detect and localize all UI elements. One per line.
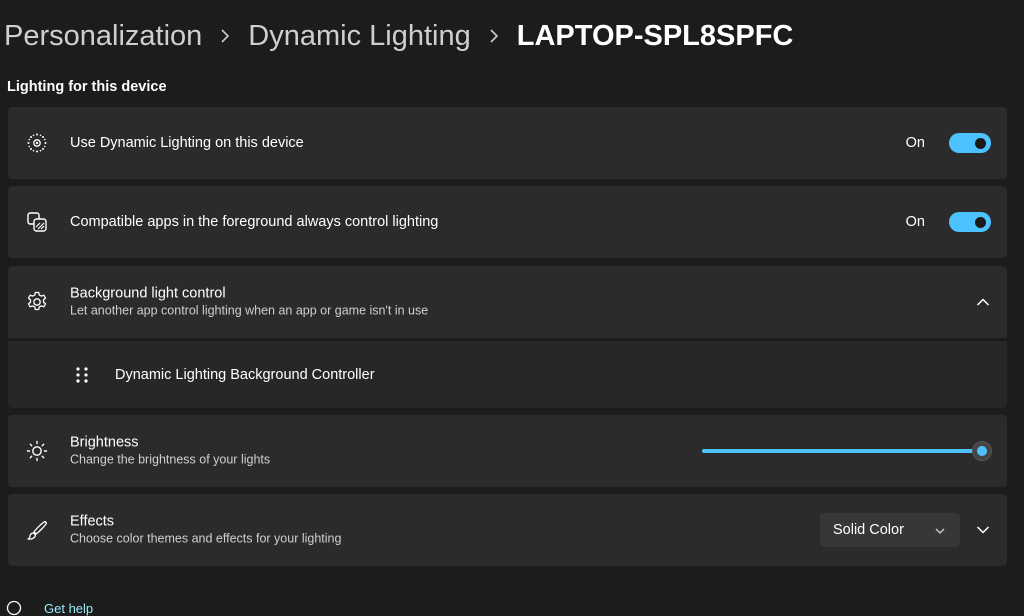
use-dynamic-lighting-toggle[interactable] bbox=[949, 133, 991, 153]
setting-title: Compatible apps in the foreground always… bbox=[70, 214, 439, 230]
effects-dropdown-value: Solid Color bbox=[833, 522, 904, 538]
toggle-state-label: On bbox=[905, 214, 925, 230]
chevron-down-icon[interactable] bbox=[975, 522, 991, 538]
setting-compatible-apps: Compatible apps in the foreground always… bbox=[8, 186, 1007, 258]
setting-title: Brightness bbox=[70, 434, 139, 451]
setting-title: Effects bbox=[70, 513, 115, 530]
toggle-state-label: On bbox=[905, 135, 925, 151]
controller-item-label: Dynamic Lighting Background Controller bbox=[115, 366, 375, 383]
setting-title: Use Dynamic Lighting on this device bbox=[70, 135, 304, 151]
brush-icon bbox=[25, 518, 49, 542]
gear-icon bbox=[25, 290, 49, 314]
setting-use-dynamic-lighting: Use Dynamic Lighting on this device On bbox=[8, 107, 1007, 179]
brightness-slider-thumb[interactable] bbox=[972, 441, 992, 461]
dynamic-lighting-icon bbox=[25, 131, 49, 155]
setting-title: Background light control bbox=[70, 285, 226, 302]
setting-brightness: Brightness Change the brightness of your… bbox=[8, 415, 1007, 487]
setting-subtitle: Change the brightness of your lights bbox=[70, 452, 271, 467]
setting-effects: Effects Choose color themes and effects … bbox=[8, 494, 1007, 566]
background-controller-item[interactable]: Dynamic Lighting Background Controller bbox=[8, 341, 1007, 408]
breadcrumb-dynamic-lighting[interactable]: Dynamic Lighting bbox=[248, 20, 470, 53]
help-icon bbox=[6, 600, 22, 616]
brightness-slider[interactable] bbox=[702, 441, 992, 461]
get-help-label: Get help bbox=[44, 600, 94, 616]
setting-background-light-control[interactable]: Background light control Let another app… bbox=[8, 266, 1007, 338]
effects-dropdown[interactable]: Solid Color bbox=[820, 513, 960, 547]
sun-icon bbox=[25, 439, 49, 463]
section-title: Lighting for this device bbox=[7, 79, 167, 95]
chevron-right-icon bbox=[220, 29, 230, 43]
breadcrumb: Personalization Dynamic Lighting LAPTOP-… bbox=[4, 14, 793, 58]
page-title: LAPTOP-SPL8SPFC bbox=[516, 19, 794, 52]
breadcrumb-personalization[interactable]: Personalization bbox=[4, 20, 202, 53]
setting-subtitle: Let another app control lighting when an… bbox=[70, 303, 429, 318]
compatible-apps-toggle[interactable] bbox=[949, 212, 991, 232]
drag-handle-icon[interactable] bbox=[75, 366, 89, 384]
chevron-right-icon bbox=[489, 29, 499, 43]
chevron-down-icon bbox=[934, 525, 946, 537]
setting-subtitle: Choose color themes and effects for your… bbox=[70, 531, 342, 546]
apps-lighting-icon bbox=[25, 210, 49, 234]
get-help-link[interactable]: Get help bbox=[6, 600, 93, 616]
chevron-up-icon[interactable] bbox=[975, 294, 991, 310]
